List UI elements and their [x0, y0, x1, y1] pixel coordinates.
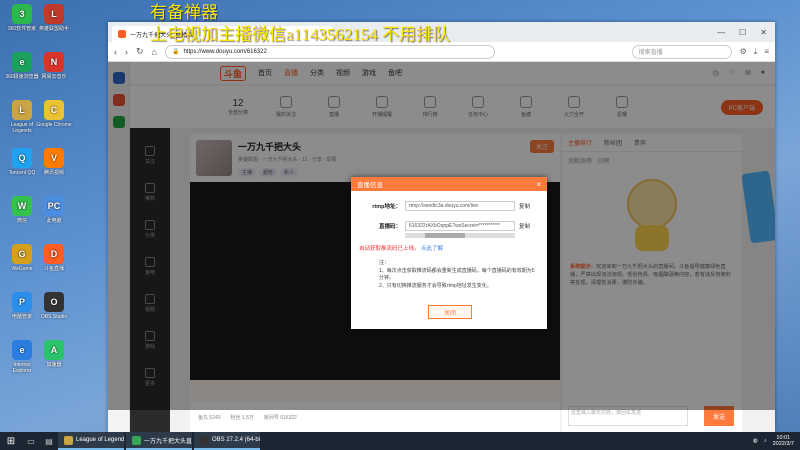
minimize-button[interactable]: —	[717, 28, 725, 37]
close-window-button[interactable]: ✕	[760, 28, 767, 37]
rtmp-label: rtmp地址：	[372, 204, 401, 210]
desktop-icon-label: 斗鱼直播	[43, 266, 64, 272]
fan-count: 粉丝 1.5万	[230, 414, 254, 421]
app-icon: L	[12, 100, 32, 120]
taskbar-app[interactable]: 一万九千把大头直...	[126, 432, 192, 450]
desktop-icon-label: 360极速浏览器	[5, 74, 39, 80]
room-id: 房间号 616322	[263, 414, 297, 421]
desktop-icon[interactable]: V 腾讯视频	[36, 148, 72, 176]
app-icon: e	[12, 52, 32, 72]
desktop-icon[interactable]: 3 360软件管家	[4, 4, 40, 32]
app-icon: D	[44, 244, 64, 264]
app-icon: G	[12, 244, 32, 264]
desktop-icon[interactable]: A 加速器	[36, 340, 72, 368]
dialog-title: 直播信息	[357, 182, 383, 189]
copy-key-button[interactable]: 复制	[519, 222, 530, 230]
lock-icon: 🔒	[171, 49, 180, 55]
reload-icon[interactable]: ↻	[136, 46, 144, 57]
desktop-icon[interactable]: O OBS Studio	[36, 292, 72, 320]
stream-key-field[interactable]: 616322rAXbOqnpE?wsSecret=***********	[405, 221, 515, 231]
app-icon: A	[44, 340, 64, 360]
url-text: https://www.douyu.com/616322	[183, 48, 267, 55]
desktop-icon-label: 360软件管家	[7, 26, 37, 32]
desktop-icon[interactable]: PC 此电脑	[36, 196, 72, 224]
desktop-icon[interactable]: e 360极速浏览器	[4, 52, 40, 80]
desktop-icon-label: 微信	[16, 218, 27, 224]
back-icon[interactable]: ‹	[114, 47, 117, 57]
desktop-icon[interactable]: Q Tencent QQ	[4, 148, 40, 176]
url-field[interactable]: 🔒 https://www.douyu.com/616322	[164, 44, 495, 59]
auto-key-notice: 自动获取推流码已上线。	[359, 246, 420, 252]
desktop-icon[interactable]: L League of Legends	[4, 100, 40, 134]
taskbar: ⊞ ▭ ▤ League of Legends 一万九千把大头直... OBS 27…	[0, 432, 800, 450]
desktop-icon[interactable]: G WeGame	[4, 244, 40, 272]
desktop-icon-label: WeGame	[11, 266, 33, 272]
learn-more-link[interactable]: 点此了解	[421, 246, 443, 252]
taskbar-app[interactable]: League of Legends	[58, 432, 124, 450]
app-icon: 3	[12, 4, 32, 24]
field-scrollbar[interactable]	[405, 233, 515, 238]
stream-info-dialog: 直播信息 × rtmp地址： rtmp://sendtc3a.douyu.com…	[351, 177, 547, 329]
desktop-icon[interactable]: e Internet Explorer	[4, 340, 40, 374]
desktop-icon[interactable]: C Google Chrome	[36, 100, 72, 128]
app-icon: O	[44, 292, 64, 312]
app-icon: e	[12, 340, 32, 360]
extensions-icon[interactable]: ⚙	[740, 47, 747, 57]
desktop-icon-label: 网易云音乐	[41, 74, 67, 80]
network-icon[interactable]: ◍	[753, 438, 758, 444]
desktop-icon-label: League of Legends	[10, 122, 34, 134]
home-icon[interactable]: ⌂	[152, 47, 157, 57]
system-tray: ◍ ♪ 10:01 2022/3/7	[753, 435, 800, 447]
dialog-close-icon[interactable]: ×	[536, 180, 541, 189]
browser-search-input[interactable]: 搜索直播	[631, 44, 732, 59]
app-icon: Q	[12, 148, 32, 168]
app-icon: L	[44, 4, 64, 24]
app-icon: PC	[44, 196, 64, 216]
desktop-icon-label: 电脑管家	[11, 314, 32, 320]
fish-ball-count: 鱼丸 5240	[198, 414, 221, 421]
rtmp-url-field[interactable]: rtmp://sendtc3a.douyu.com/live	[405, 201, 515, 211]
file-explorer-icon[interactable]: ▤	[40, 432, 58, 450]
download-icon[interactable]: ⤓	[754, 47, 758, 57]
desktop-icon[interactable]: W 微信	[4, 196, 40, 224]
dialog-notes: 注： 1、每次点击获取推流码都会重新生成直播码，每个直播码的有效期为5分钟。 2…	[379, 260, 535, 289]
taskbar-app-icon	[200, 435, 209, 445]
address-bar: ‹ › ↻ ⌂ 🔒 https://www.douyu.com/616322 搜…	[108, 42, 775, 62]
desktop-icon[interactable]: P 电脑管家	[4, 292, 40, 320]
app-icon: W	[12, 196, 32, 216]
desktop-icon-label: OBS Studio	[40, 314, 68, 320]
app-icon: P	[12, 292, 32, 312]
desktop-icon-label: Google Chrome	[36, 122, 72, 128]
desktop-icon-label: 腾讯视频	[43, 170, 64, 176]
clock[interactable]: 10:01 2022/3/7	[773, 435, 794, 447]
app-icon: V	[44, 148, 64, 168]
taskbar-app-icon	[64, 435, 73, 445]
watermark-line2: 上电视加主播微信a1143562154 不用排队	[150, 25, 451, 44]
taskbar-app[interactable]: OBS 27.2.4 (64-bi...	[194, 432, 260, 450]
close-dialog-button[interactable]: 关闭	[428, 305, 472, 319]
menu-icon[interactable]: ≡	[764, 47, 769, 57]
desktop-icon-label: 此电脑	[46, 218, 62, 224]
app-icon: N	[44, 52, 64, 72]
task-view-icon[interactable]: ▭	[22, 432, 40, 450]
desktop-icon[interactable]: N 网易云音乐	[36, 52, 72, 80]
desktop-icon[interactable]: L 英雄联盟助手	[36, 4, 72, 32]
douyu-favicon-icon	[118, 30, 126, 38]
desktop-icon-label: 加速器	[46, 362, 62, 368]
desktop-icon[interactable]: D 斗鱼直播	[36, 244, 72, 272]
desktop-icon-label: Tencent QQ	[8, 170, 36, 176]
forward-icon[interactable]: ›	[125, 47, 128, 57]
taskbar-app-icon	[132, 435, 141, 445]
windows-start-icon[interactable]: ⊞	[0, 436, 22, 447]
desktop-icon-label: 英雄联盟助手	[38, 26, 69, 32]
app-icon: C	[44, 100, 64, 120]
volume-icon[interactable]: ♪	[764, 438, 767, 444]
stream-key-label: 直播码：	[378, 224, 401, 230]
copy-rtmp-button[interactable]: 复制	[519, 202, 530, 210]
desktop-icon-label: Internet Explorer	[12, 362, 32, 374]
maximize-button[interactable]: ☐	[739, 28, 746, 37]
